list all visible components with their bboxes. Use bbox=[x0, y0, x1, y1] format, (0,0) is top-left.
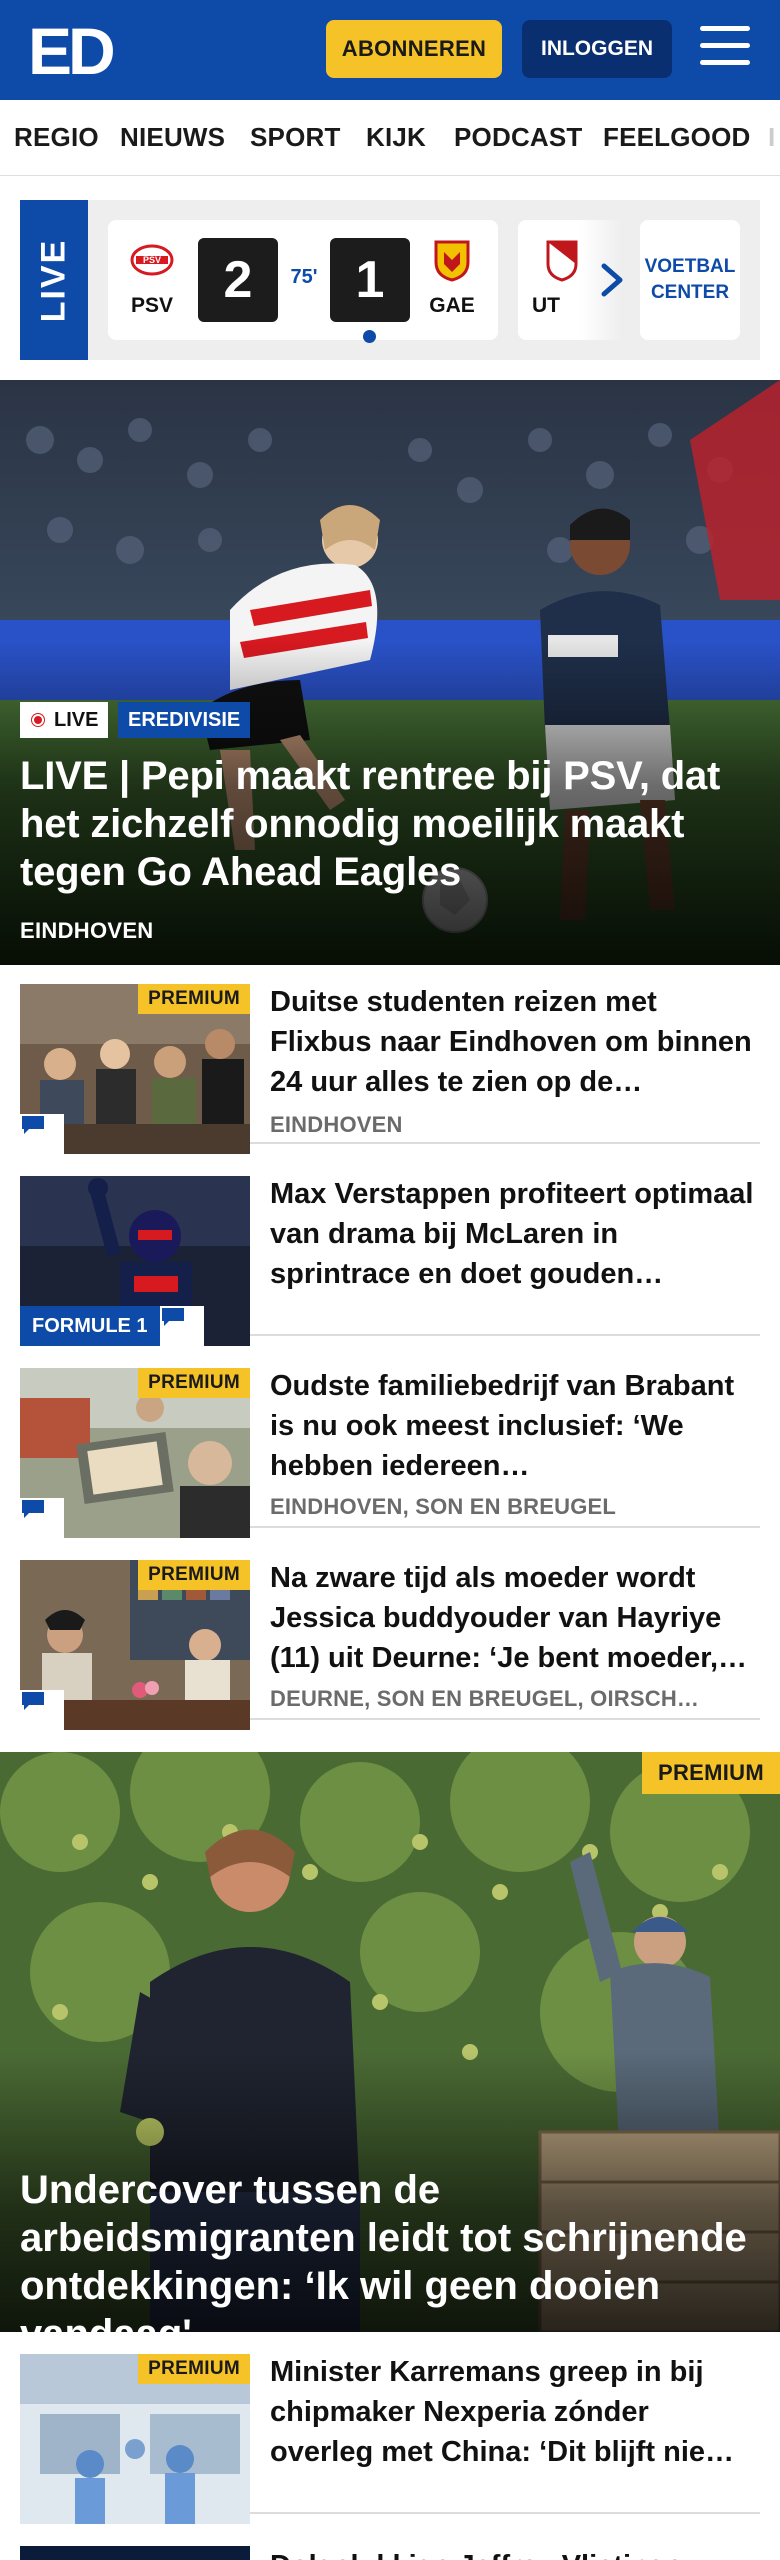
nav-item-overflow[interactable]: I bbox=[768, 122, 775, 153]
away-score: 1 bbox=[330, 238, 410, 322]
utrecht-crest-icon bbox=[546, 240, 578, 282]
next-home-team: UT bbox=[532, 294, 560, 317]
psv-crest-icon: PSV bbox=[130, 244, 174, 276]
article-thumbnail: PREMIUM bbox=[20, 2354, 250, 2524]
nav-item-sport[interactable]: SPORT bbox=[250, 122, 341, 153]
away-team: GAE bbox=[429, 294, 475, 317]
menu-icon[interactable] bbox=[700, 26, 752, 70]
svg-text:PSV: PSV bbox=[143, 255, 161, 265]
list-item[interactable]: FORMULE 1 Max Verstappen profiteert opti… bbox=[20, 1160, 760, 1346]
premium-badge: PREMIUM bbox=[138, 1560, 250, 1590]
main-nav: REGIO NIEUWS SPORT KIJK PODCAST FEELGOOD… bbox=[0, 100, 780, 176]
comment-icon[interactable] bbox=[20, 1498, 64, 1538]
home-score: 2 bbox=[198, 238, 278, 322]
feature-article[interactable]: PREMIUM Undercover tussen de arbeidsmigr… bbox=[0, 1752, 780, 2332]
goal-indicator bbox=[363, 330, 376, 343]
site-header: ED ABONNEREN INLOGGEN bbox=[0, 0, 780, 100]
article-title[interactable]: Minister Karremans greep in bij chipmake… bbox=[270, 2352, 758, 2472]
chevron-right-icon[interactable] bbox=[592, 258, 632, 302]
article-title[interactable]: Dolgelukkige Jeffrey Vlietinge bbox=[270, 2546, 758, 2560]
hero-location: EINDHOVEN bbox=[20, 918, 154, 943]
list-item[interactable]: PREMIUM Na zware tijd als moeder wordt J… bbox=[20, 1544, 760, 1730]
article-thumbnail: PREMIUM bbox=[20, 984, 250, 1154]
list-item[interactable]: PREMIUM Duitse studenten reizen met Flix… bbox=[20, 968, 760, 1154]
match-card-psv-gae[interactable]: PSV PSV 2 75' 1 GAE bbox=[108, 220, 498, 343]
live-scores-strip: LIVE PSV PSV 2 75' 1 GAE UT VOETBAL CENT… bbox=[20, 200, 760, 360]
article-thumbnail: FORMULE 1 bbox=[20, 1176, 250, 1346]
article-location: DEURNE, SON EN BREUGEL, OIRSCH… bbox=[270, 1686, 700, 1711]
voetbal-center-link[interactable]: VOETBAL CENTER bbox=[640, 220, 740, 340]
ed-logo[interactable]: ED bbox=[28, 18, 118, 80]
article-thumbnail: PREMIUM bbox=[20, 1368, 250, 1538]
live-dot-icon bbox=[32, 714, 44, 726]
nav-item-podcast[interactable]: PODCAST bbox=[454, 122, 583, 153]
article-thumbnail bbox=[20, 2546, 250, 2560]
live-badge: LIVE bbox=[20, 702, 109, 738]
article-title[interactable]: Duitse studenten reizen met Flixbus naar… bbox=[270, 982, 758, 1102]
article-title[interactable]: Na zware tijd als moeder wordt Jessica b… bbox=[270, 1558, 758, 1678]
category-badge[interactable]: EREDIVISIE bbox=[118, 702, 251, 738]
list-item[interactable]: PREMIUM Minister Karremans greep in bij … bbox=[20, 2338, 760, 2524]
comment-icon[interactable] bbox=[160, 1306, 204, 1346]
premium-badge: PREMIUM bbox=[138, 1368, 250, 1398]
nav-item-feelgood[interactable]: FEELGOOD bbox=[603, 122, 751, 153]
formule1-tag[interactable]: FORMULE 1 bbox=[20, 1306, 160, 1346]
premium-badge: PREMIUM bbox=[138, 2354, 250, 2384]
subscribe-button[interactable]: ABONNEREN bbox=[326, 20, 502, 78]
gae-crest-icon bbox=[434, 240, 470, 282]
match-minute: 75' bbox=[290, 266, 318, 288]
comment-icon[interactable] bbox=[20, 1690, 64, 1730]
login-button[interactable]: INLOGGEN bbox=[522, 20, 672, 78]
article-location: EINDHOVEN, SON EN BREUGEL bbox=[270, 1494, 617, 1519]
nav-item-regio[interactable]: REGIO bbox=[14, 122, 99, 153]
hero-title[interactable]: LIVE | Pepi maakt rentree bij PSV, dat h… bbox=[20, 752, 760, 896]
live-tab[interactable]: LIVE bbox=[20, 200, 88, 360]
svg-text:ED: ED bbox=[28, 18, 113, 80]
feature-title[interactable]: Undercover tussen de arbeidsmigranten le… bbox=[20, 2166, 765, 2332]
comment-icon[interactable] bbox=[20, 1114, 64, 1154]
article-title[interactable]: Max Verstappen profiteert optimaal van d… bbox=[270, 1174, 758, 1294]
nav-item-nieuws[interactable]: NIEUWS bbox=[120, 122, 225, 153]
nav-item-kijk[interactable]: KIJK bbox=[366, 122, 426, 153]
premium-badge: PREMIUM bbox=[642, 1752, 780, 1794]
home-team: PSV bbox=[130, 294, 174, 317]
premium-badge: PREMIUM bbox=[138, 984, 250, 1014]
article-thumbnail: PREMIUM bbox=[20, 1560, 250, 1730]
article-location: EINDHOVEN bbox=[270, 1112, 403, 1137]
hero-article[interactable]: LIVE EREDIVISIE LIVE | Pepi maakt rentre… bbox=[0, 380, 780, 965]
list-item[interactable]: PREMIUM Oudste familiebedrijf van Braban… bbox=[20, 1352, 760, 1538]
article-title[interactable]: Oudste familiebedrijf van Brabant is nu … bbox=[270, 1366, 758, 1486]
